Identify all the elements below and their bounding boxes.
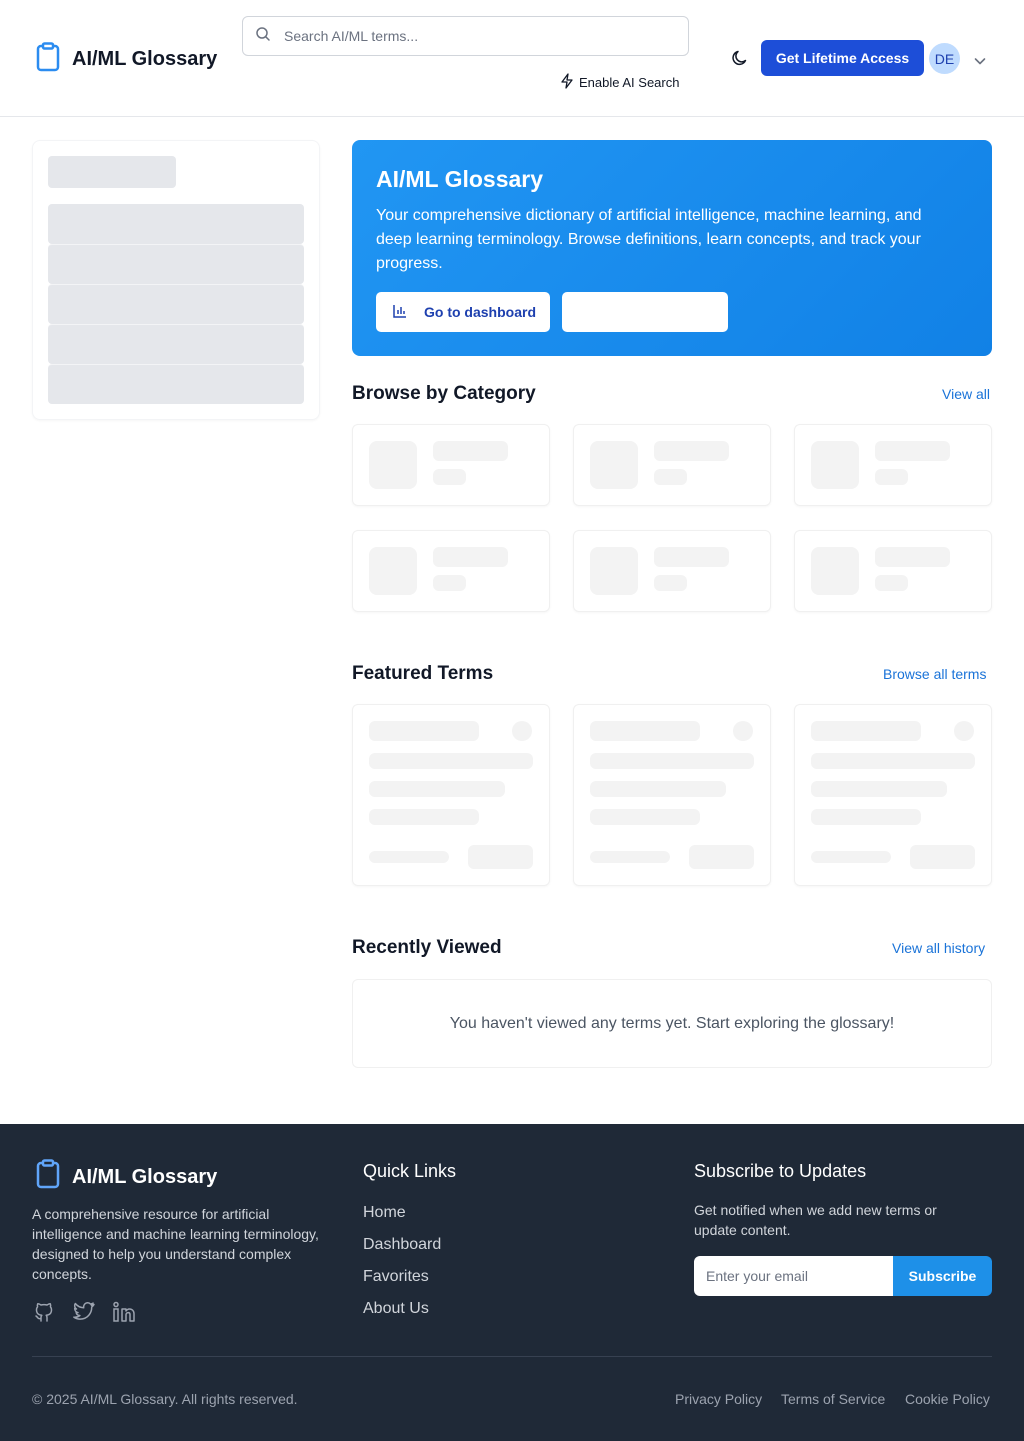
moon-icon[interactable] (731, 49, 749, 67)
featured-term-card-skeleton[interactable] (794, 704, 992, 886)
subscribe-button[interactable]: Subscribe (893, 1256, 992, 1296)
category-card-skeleton[interactable] (352, 424, 550, 506)
email-field[interactable] (694, 1256, 893, 1296)
top-header: AI/ML Glossary Enable AI Search Get Life… (0, 0, 1024, 117)
footer-link-home[interactable]: Home (363, 1204, 406, 1222)
copyright-text: © 2025 AI/ML Glossary. All rights reserv… (32, 1391, 298, 1407)
avatar[interactable]: DE (929, 43, 960, 74)
privacy-policy-link[interactable]: Privacy Policy (675, 1391, 762, 1407)
sidebar-skeleton-title (48, 156, 176, 188)
sidebar-skeleton-item (48, 244, 304, 284)
twitter-icon[interactable] (72, 1300, 96, 1324)
sidebar-skeleton-item (48, 284, 304, 324)
ai-search-label: Enable AI Search (579, 75, 680, 90)
lightning-icon (560, 73, 574, 92)
sidebar-skeleton-item (48, 204, 304, 244)
subscribe-description: Get notified when we add new terms or up… (694, 1202, 937, 1238)
search-input[interactable] (284, 28, 664, 44)
footer-link-dashboard[interactable]: Dashboard (363, 1236, 441, 1254)
footer-logo-text: AI/ML Glossary (72, 1165, 218, 1188)
chevron-down-icon[interactable] (974, 53, 986, 65)
clipboard-icon (36, 42, 60, 77)
category-card-skeleton[interactable] (794, 424, 992, 506)
featured-term-card-skeleton[interactable] (352, 704, 550, 886)
category-card-skeleton[interactable] (573, 530, 771, 612)
go-to-dashboard-label: Go to dashboard (424, 304, 536, 320)
bar-chart-icon (376, 303, 424, 322)
hero-banner: AI/ML Glossary Your comprehensive dictio… (352, 140, 992, 356)
hero-title: AI/ML Glossary (376, 166, 544, 192)
categories-heading: Browse by Category (352, 383, 536, 404)
footer-link-favorites[interactable]: Favorites (363, 1268, 429, 1286)
search-icon (255, 26, 271, 47)
featured-term-card-skeleton[interactable] (573, 704, 771, 886)
terms-of-service-link[interactable]: Terms of Service (781, 1391, 885, 1407)
subscribe-heading: Subscribe to Updates (694, 1161, 867, 1181)
logo-text: AI/ML Glossary (72, 48, 218, 70)
header-logo[interactable]: AI/ML Glossary (36, 42, 217, 77)
category-card-skeleton[interactable] (573, 424, 771, 506)
recent-empty-state: You haven't viewed any terms yet. Start … (352, 979, 992, 1068)
go-to-dashboard-button[interactable]: Go to dashboard (376, 292, 550, 332)
footer-description: A comprehensive resource for artificial … (32, 1206, 319, 1282)
footer-link-about-us[interactable]: About Us (363, 1300, 429, 1318)
view-all-history-link[interactable]: View all history (892, 940, 985, 956)
site-footer: AI/ML Glossary A comprehensive resource … (0, 1124, 1024, 1441)
cookie-policy-link[interactable]: Cookie Policy (905, 1391, 990, 1407)
get-lifetime-access-button[interactable]: Get Lifetime Access (761, 40, 924, 76)
linkedin-icon[interactable] (112, 1300, 136, 1324)
sidebar-skeleton-item (48, 324, 304, 364)
categories-view-all-link[interactable]: View all (942, 386, 990, 402)
browse-all-terms-link[interactable]: Browse all terms (883, 666, 986, 682)
clipboard-icon (36, 1159, 60, 1195)
featured-heading: Featured Terms (352, 663, 494, 684)
footer-divider (32, 1356, 992, 1357)
recent-heading: Recently Viewed (352, 937, 502, 958)
search-box[interactable] (242, 16, 689, 56)
hero-secondary-button[interactable] (562, 292, 728, 332)
enable-ai-search-button[interactable]: Enable AI Search (560, 73, 679, 92)
sidebar-skeleton (32, 140, 320, 420)
category-card-skeleton[interactable] (794, 530, 992, 612)
footer-logo[interactable]: AI/ML Glossary (36, 1159, 217, 1195)
category-card-skeleton[interactable] (352, 530, 550, 612)
github-icon[interactable] (32, 1300, 56, 1324)
hero-description: Your comprehensive dictionary of artific… (376, 207, 922, 272)
sidebar-skeleton-item (48, 364, 304, 404)
quick-links-heading: Quick Links (363, 1161, 457, 1181)
